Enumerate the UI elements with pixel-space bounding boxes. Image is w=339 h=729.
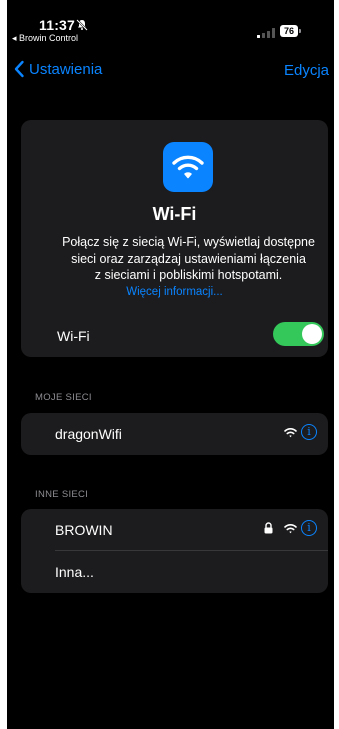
network-name: Inna...: [55, 564, 94, 580]
wifi-toggle-label: Wi-Fi: [57, 328, 90, 344]
back-button[interactable]: Ustawienia: [13, 60, 102, 78]
network-name: dragonWifi: [55, 426, 122, 442]
wifi-toggle[interactable]: [273, 322, 324, 346]
card-title: Wi-Fi: [152, 204, 197, 224]
network-row-dragonwifi[interactable]: dragonWifi i: [21, 413, 328, 455]
wifi-toggle-row: Wi-Fi: [21, 322, 328, 366]
navigation-bar: Ustawienia Edycja: [7, 56, 334, 86]
info-icon[interactable]: i: [301, 424, 317, 440]
my-networks-list: dragonWifi i: [21, 413, 328, 455]
my-networks-header: MOJE SIECI: [35, 392, 92, 403]
description-line: sieci oraz zarządzaj ustawieniami łączen…: [71, 251, 306, 266]
network-row-other[interactable]: Inna...: [21, 551, 328, 593]
description-line: Połącz się z siecią Wi-Fi, wyświetlaj do…: [62, 235, 315, 249]
chevron-left-icon: [14, 60, 24, 78]
status-bar: 11:37 ◂ Browin Control 76: [7, 0, 334, 46]
wifi-header-card: Wi-Fi Połącz się z siecią Wi-Fi, wyświet…: [21, 120, 328, 357]
more-info-link[interactable]: Więcej informacji...: [21, 286, 328, 298]
lock-icon: [264, 522, 273, 534]
battery-icon: 76: [280, 25, 301, 37]
back-button-label: Ustawienia: [29, 60, 103, 78]
network-row-browin[interactable]: BROWIN i: [21, 509, 328, 551]
bell-slash-icon: [76, 19, 88, 31]
wifi-icon: [284, 524, 297, 534]
network-name: BROWIN: [55, 522, 113, 538]
wifi-app-icon: [163, 142, 213, 192]
wifi-icon: [172, 155, 204, 179]
toggle-knob: [302, 324, 322, 344]
other-networks-list: BROWIN i Inna...: [21, 509, 328, 593]
other-networks-header: INNE SIECI: [35, 489, 89, 500]
info-icon[interactable]: i: [301, 520, 317, 536]
description-line: z sieciami i pobliskimi hotspotami.: [94, 268, 283, 282]
wifi-icon: [284, 428, 297, 438]
phone-screen: 11:37 ◂ Browin Control 76 Ustawienia Edy…: [7, 0, 334, 729]
edit-button[interactable]: Edycja: [284, 62, 329, 79]
status-time: 11:37: [39, 17, 76, 33]
card-description: Połącz się z siecią Wi-Fi, wyświetlaj do…: [35, 234, 334, 284]
back-to-app-link[interactable]: ◂ Browin Control: [12, 33, 78, 44]
signal-icon: [257, 28, 275, 38]
